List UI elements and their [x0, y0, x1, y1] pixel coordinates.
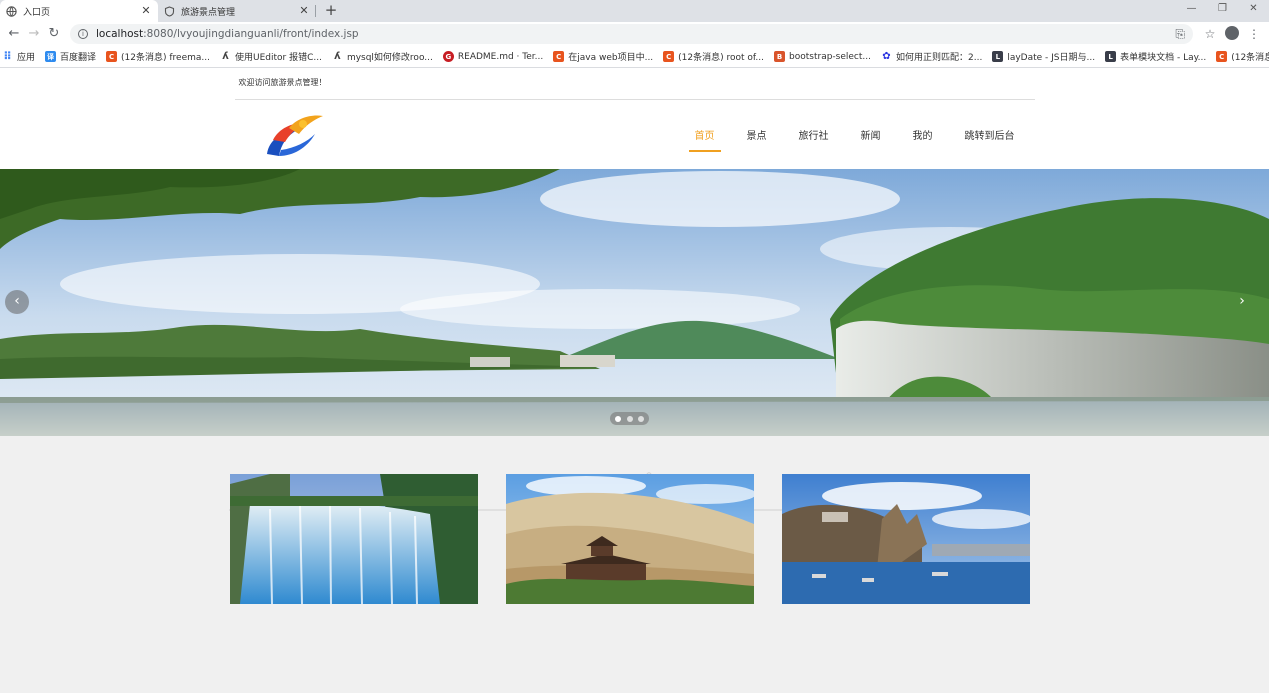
bookmark-label: (12条消息) 关于lay... [1231, 53, 1269, 63]
sohu-icon: ʎ [334, 51, 341, 62]
sohu-icon: ʎ [222, 51, 229, 62]
bookmark-item[interactable]: 译百度翻译 [45, 50, 96, 63]
welcome-text: 欢迎访问旅游景点管理！ [234, 68, 1035, 100]
landscape-image [0, 169, 1269, 436]
carousel-dot[interactable] [615, 415, 622, 422]
forward-arrow-icon[interactable]: → [24, 24, 44, 44]
close-icon[interactable]: ✕ [140, 5, 152, 17]
nav-item[interactable]: 景点 [741, 121, 773, 148]
bookmark-label: 表单模块文档 - Lay... [1120, 53, 1207, 63]
shield-icon [164, 5, 175, 17]
bookmark-item[interactable]: C 在java web项目中... [553, 50, 653, 63]
layui-icon: L [992, 51, 1004, 62]
nav-item[interactable]: 跳转到后台 [959, 121, 1021, 148]
bookmark-label: 百度翻译 [60, 53, 97, 63]
bookmark-label: 应用 [17, 53, 36, 63]
layui-icon: L [1105, 51, 1117, 62]
address-bar[interactable]: i localhost:8080/lvyoujingdianguanli/fro… [70, 24, 1193, 44]
info-icon[interactable]: i [78, 29, 88, 39]
new-tab-plus-icon[interactable]: + [320, 0, 342, 22]
bookmark-label: (12条消息) root of... [678, 53, 765, 63]
csdn-icon: C [663, 51, 675, 62]
bookmark-item[interactable]: C (12条消息) freema... [106, 50, 210, 63]
bookmark-star-icon[interactable]: ☆ [1199, 27, 1221, 41]
attraction-card-coast[interactable] [782, 474, 1030, 604]
tab-separator [315, 5, 316, 17]
close-window-icon[interactable]: ✕ [1238, 0, 1269, 20]
carousel-dot[interactable] [626, 415, 633, 422]
site-header: 首页 景点 旅行社 新闻 我的 跳转到后台 [0, 100, 1269, 169]
bookmark-label: README.md · Ter... [457, 51, 544, 62]
bookmark-item[interactable]: G README.md · Ter... [442, 51, 544, 62]
url-path: :8080/lvyoujingdianguanli/front/index.js… [143, 28, 359, 40]
bookmark-item[interactable]: LlayDate - JS日期与... [992, 50, 1095, 63]
browser-tab-title: 入口页 [23, 7, 51, 18]
bookmark-label: mysql如何修改roo... [346, 53, 433, 63]
gitee-icon: G [442, 51, 454, 62]
kebab-menu-icon[interactable]: ⋮ [1243, 27, 1265, 41]
waterfall-image [230, 474, 478, 604]
minimize-icon[interactable]: — [1176, 0, 1207, 20]
nav-item[interactable]: 首页 [688, 121, 721, 152]
browser-tabstrip: 入口页 ✕ 旅游景点管理 ✕ + — ❐ ✕ [0, 0, 1269, 22]
baidu-paw-icon: ✿ [882, 51, 891, 62]
site-logo[interactable] [263, 110, 325, 160]
attraction-cards [230, 474, 1030, 604]
carousel-indicators [610, 412, 649, 425]
csdn-icon: C [553, 51, 565, 62]
avatar-icon [1225, 25, 1239, 40]
profile-avatar[interactable] [1221, 25, 1243, 43]
back-arrow-icon[interactable]: ← [4, 24, 24, 44]
bookmark-label: bootstrap-select... [789, 51, 871, 62]
apps-grid-icon: ⠿ [3, 50, 12, 63]
baidu-translate-icon: 译 [45, 51, 57, 62]
browser-tab-1[interactable]: 旅游景点管理 ✕ [158, 0, 316, 22]
attraction-card-waterfall[interactable] [230, 474, 478, 604]
url-host: localhost [96, 28, 144, 40]
nav-item[interactable]: 我的 [907, 121, 939, 148]
attraction-card-desert[interactable] [506, 474, 754, 604]
browser-tab-0[interactable]: 入口页 ✕ [0, 0, 158, 22]
csdn-icon: C [106, 51, 118, 62]
bookmark-item[interactable]: Bbootstrap-select... [774, 51, 871, 62]
bookmark-item[interactable]: ⠿ 应用 [2, 50, 35, 63]
window-controls: — ❐ ✕ [1176, 0, 1269, 20]
coast-rock-image [782, 474, 1030, 604]
reload-icon[interactable]: ↻ [44, 24, 64, 44]
bookmarks-bar: ⠿ 应用译百度翻译 C (12条消息) freema... ʎ 使用UEditor 报错C… [0, 46, 1269, 68]
bootstrap-icon: B [774, 51, 786, 62]
browser-toolbar: ← → ↻ i localhost:8080/lvyoujingdianguan… [0, 22, 1269, 46]
webpage: 欢迎访问旅游景点管理！ 首页 景点 旅行社 新闻 我的 跳转到后台 ‹ › [0, 68, 1269, 693]
bookmark-label: 在java web项目中... [568, 53, 654, 63]
bookmark-item[interactable]: ʎ 使用UEditor 报错C... [220, 50, 322, 63]
carousel-prev-chevron-left-icon[interactable]: ‹ [5, 290, 29, 314]
csdn-icon: C [1216, 51, 1228, 62]
bookmark-item[interactable]: ✿ 如何用正则匹配：2... [881, 50, 982, 63]
desert-pavilion-image [506, 474, 754, 604]
nav-item[interactable]: 旅行社 [793, 121, 835, 148]
bookmark-item[interactable]: C (12条消息) root of... [663, 50, 764, 63]
bookmark-label: 使用UEditor 报错C... [234, 53, 322, 63]
browser-tab-title: 旅游景点管理 [181, 7, 236, 18]
bookmark-item[interactable]: C(12条消息) 关于lay... [1216, 50, 1269, 63]
close-icon[interactable]: ✕ [298, 5, 310, 17]
bookmark-label: 如何用正则匹配：2... [896, 53, 983, 63]
bookmark-label: layDate - JS日期与... [1007, 53, 1096, 63]
bookmark-label: (12条消息) freema... [121, 53, 210, 63]
carousel-next-chevron-right-icon[interactable]: › [1230, 290, 1254, 314]
bookmark-item[interactable]: L 表单模块文档 - Lay... [1105, 50, 1206, 63]
nav-item[interactable]: 新闻 [855, 121, 887, 148]
hero-carousel: ‹ › [0, 169, 1269, 436]
main-nav: 首页 景点 旅行社 新闻 我的 跳转到后台 [669, 100, 1021, 169]
globe-icon [6, 5, 17, 17]
bookmark-item[interactable]: ʎ mysql如何修改roo... [332, 50, 433, 63]
carousel-dot[interactable] [637, 415, 644, 422]
restore-icon[interactable]: ❐ [1207, 0, 1238, 20]
top-bar: 欢迎访问旅游景点管理！ [0, 68, 1269, 100]
translate-icon[interactable]: ⎘ [1175, 27, 1185, 42]
